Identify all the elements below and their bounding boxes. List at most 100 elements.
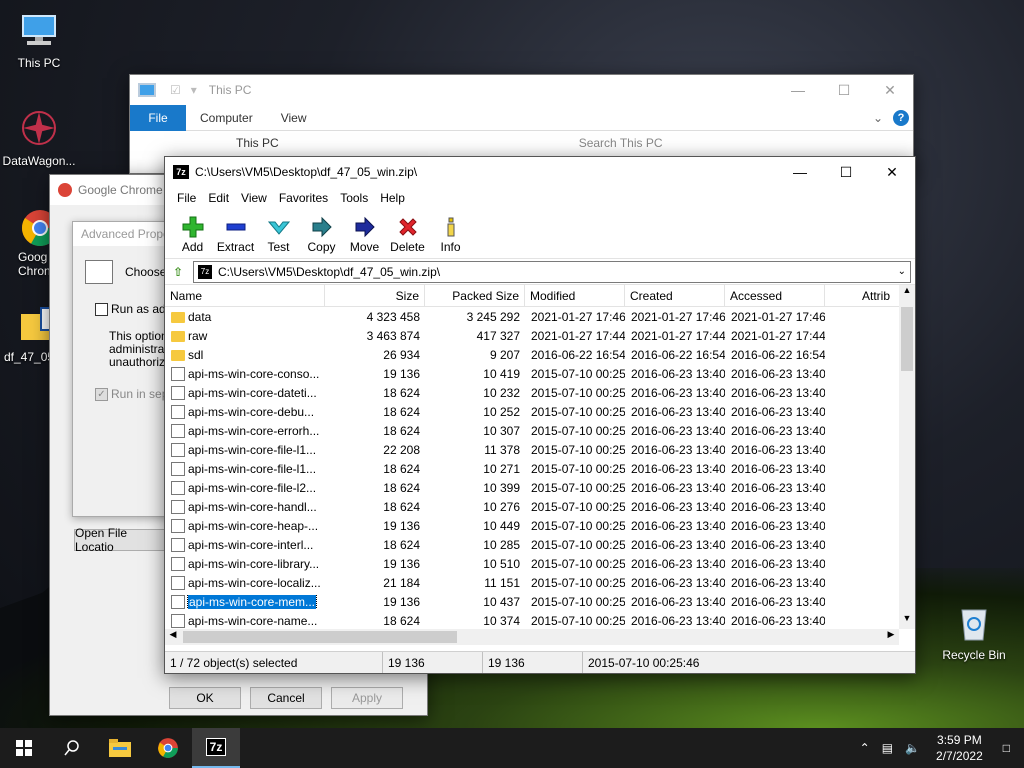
chevron-down-icon[interactable]: ▾ <box>191 83 197 97</box>
tab-view[interactable]: View <box>267 111 321 125</box>
column-accessed[interactable]: Accessed <box>725 285 825 307</box>
close-icon[interactable]: ✕ <box>867 75 913 105</box>
menu-tools[interactable]: Tools <box>334 191 374 205</box>
table-row[interactable]: api-ms-win-core-mem... 19 136 10 437 2015-0… <box>165 592 915 611</box>
table-row[interactable]: api-ms-win-core-dateti... 18 624 10 232 201… <box>165 383 915 402</box>
taskbar-chrome[interactable] <box>144 728 192 768</box>
notifications-icon[interactable]: □ <box>993 741 1024 755</box>
scroll-up-icon[interactable]: ▲ <box>899 285 915 301</box>
chevron-down-icon[interactable]: ⌄ <box>873 111 883 125</box>
menu-file[interactable]: File <box>171 191 202 205</box>
file-list[interactable]: Name Size Packed Size Modified Created A… <box>165 285 915 629</box>
help-icon[interactable]: ? <box>893 109 909 126</box>
table-row[interactable]: api-ms-win-core-file-l2... 18 624 10 399 20… <box>165 478 915 497</box>
info-button[interactable]: Info <box>429 210 472 258</box>
table-row[interactable]: data 4 323 458 3 245 292 2021-01-27 17:46 20… <box>165 307 915 326</box>
extract-button[interactable]: Extract <box>214 210 257 258</box>
table-row[interactable]: api-ms-win-core-debu... 18 624 10 252 2015-… <box>165 402 915 421</box>
delete-button[interactable]: Delete <box>386 210 429 258</box>
explorer-titlebar[interactable]: ☑ ▾ This PC — ☐ ✕ <box>130 75 913 105</box>
taskbar-file-explorer[interactable] <box>96 728 144 768</box>
column-size[interactable]: Size <box>325 285 425 307</box>
test-button[interactable]: Test <box>257 210 300 258</box>
chevron-down-icon[interactable]: ⌄ <box>898 266 906 277</box>
table-row[interactable]: api-ms-win-core-library... 19 136 10 510 20… <box>165 554 915 573</box>
cell-name: api-ms-win-core-heap-... <box>165 518 325 533</box>
table-row[interactable]: raw 3 463 874 417 327 2021-01-27 17:44 2021-… <box>165 326 915 345</box>
vertical-scroll-thumb[interactable] <box>901 307 913 371</box>
table-row[interactable]: api-ms-win-core-localiz... 21 184 11 151 20… <box>165 573 915 592</box>
maximize-icon[interactable]: ☐ <box>823 157 869 187</box>
scroll-down-icon[interactable]: ▼ <box>899 613 915 629</box>
up-folder-icon[interactable]: ⇧ <box>169 263 187 281</box>
menu-view[interactable]: View <box>235 191 273 205</box>
add-button[interactable]: Add <box>171 210 214 258</box>
close-icon[interactable]: ✕ <box>869 157 915 187</box>
copy-button[interactable]: Copy <box>300 210 343 258</box>
table-row[interactable]: sdl 26 934 9 207 2016-06-22 16:54 2016-06-22… <box>165 345 915 364</box>
desktop-icon-this-pc[interactable]: This PC <box>2 8 76 70</box>
open-file-location-button[interactable]: Open File Locatio <box>74 526 166 554</box>
start-button[interactable] <box>0 728 48 768</box>
explorer-address-row: This PC Search This PC <box>130 131 913 155</box>
zip-titlebar[interactable]: 7z C:\Users\VM5\Desktop\df_47_05_win.zip… <box>165 157 915 187</box>
cell-accessed: 2016-06-23 13:40 <box>731 480 825 495</box>
column-modified[interactable]: Modified <box>525 285 625 307</box>
maximize-icon[interactable]: ☐ <box>821 75 867 105</box>
table-row[interactable]: api-ms-win-core-file-l1... 18 624 10 271 20… <box>165 459 915 478</box>
table-row[interactable]: api-ms-win-core-interl... 18 624 10 285 201… <box>165 535 915 554</box>
column-attrib[interactable]: Attrib <box>825 285 895 307</box>
tab-file[interactable]: File <box>130 104 186 131</box>
table-row[interactable]: api-ms-win-core-heap-... 19 136 10 449 2015… <box>165 516 915 535</box>
column-created[interactable]: Created <box>625 285 725 307</box>
move-button[interactable]: Move <box>343 210 386 258</box>
clock[interactable]: 3:59 PM 2/7/2022 <box>926 732 993 764</box>
vertical-scrollbar[interactable]: ▲ ▼ <box>899 285 915 629</box>
cell-created: 2016-06-23 13:40 <box>631 423 725 438</box>
menu-edit[interactable]: Edit <box>202 191 235 205</box>
menu-favorites[interactable]: Favorites <box>273 191 334 205</box>
minimize-icon[interactable]: — <box>777 157 823 187</box>
chevron-up-icon[interactable]: ⌃ <box>854 741 876 755</box>
taskbar: 7z ⌃ ▤ 🔈 3:59 PM 2/7/2022 □ <box>0 728 1024 768</box>
address-field[interactable]: 7z C:\Users\VM5\Desktop\df_47_05_win.zip… <box>193 260 911 283</box>
column-name[interactable]: Name <box>165 285 325 307</box>
table-row[interactable]: api-ms-win-core-errorh... 18 624 10 307 201… <box>165 421 915 440</box>
minus-icon <box>226 223 245 231</box>
ok-button[interactable]: OK <box>169 687 241 709</box>
table-row[interactable]: api-ms-win-core-handl... 18 624 10 276 2015… <box>165 497 915 516</box>
cell-packed-size: 3 245 292 <box>466 309 520 324</box>
table-row[interactable]: api-ms-win-core-conso... 19 136 10 419 2015… <box>165 364 915 383</box>
tab-computer[interactable]: Computer <box>186 111 267 125</box>
cancel-button[interactable]: Cancel <box>250 687 322 709</box>
cell-modified: 2015-07-10 00:25 <box>531 575 625 590</box>
table-row[interactable]: api-ms-win-core-name... 18 624 10 374 2015-… <box>165 611 915 629</box>
minimize-icon[interactable]: — <box>775 75 821 105</box>
cell-accessed: 2016-06-23 13:40 <box>731 613 825 628</box>
desktop-icon-datawagon[interactable]: DataWagon... <box>2 106 76 168</box>
folder-icon <box>109 739 131 757</box>
volume-muted-icon[interactable]: 🔈 <box>899 741 926 755</box>
network-icon[interactable]: ▤ <box>876 741 899 755</box>
search-button[interactable] <box>48 728 96 768</box>
quick-access-icon[interactable]: ☑ <box>170 83 181 97</box>
desktop-icon-recycle-bin[interactable]: Recycle Bin <box>937 600 1011 662</box>
cell-size: 19 136 <box>383 556 420 571</box>
explorer-address[interactable]: This PC <box>236 136 279 150</box>
table-row[interactable]: api-ms-win-core-file-l1... 22 208 11 378 20… <box>165 440 915 459</box>
menu-help[interactable]: Help <box>374 191 411 205</box>
cell-created: 2016-06-23 13:40 <box>631 575 725 590</box>
cell-accessed: 2016-06-23 13:40 <box>731 556 825 571</box>
scroll-right-icon[interactable]: ▶ <box>883 629 899 645</box>
taskbar-7zip[interactable]: 7z <box>192 728 240 768</box>
zip-window[interactable]: 7z C:\Users\VM5\Desktop\df_47_05_win.zip… <box>164 156 916 674</box>
column-packed-size[interactable]: Packed Size <box>425 285 525 307</box>
file-name: api-ms-win-core-name... <box>188 613 318 628</box>
run-as-admin-checkbox[interactable] <box>95 302 108 316</box>
horizontal-scrollbar[interactable]: ◀ ▶ <box>165 629 899 645</box>
cell-name: sdl <box>165 348 325 362</box>
horizontal-scroll-thumb[interactable] <box>183 631 457 643</box>
scroll-left-icon[interactable]: ◀ <box>165 629 181 645</box>
apply-button[interactable]: Apply <box>331 687 403 709</box>
search-input[interactable]: Search This PC <box>579 136 663 150</box>
